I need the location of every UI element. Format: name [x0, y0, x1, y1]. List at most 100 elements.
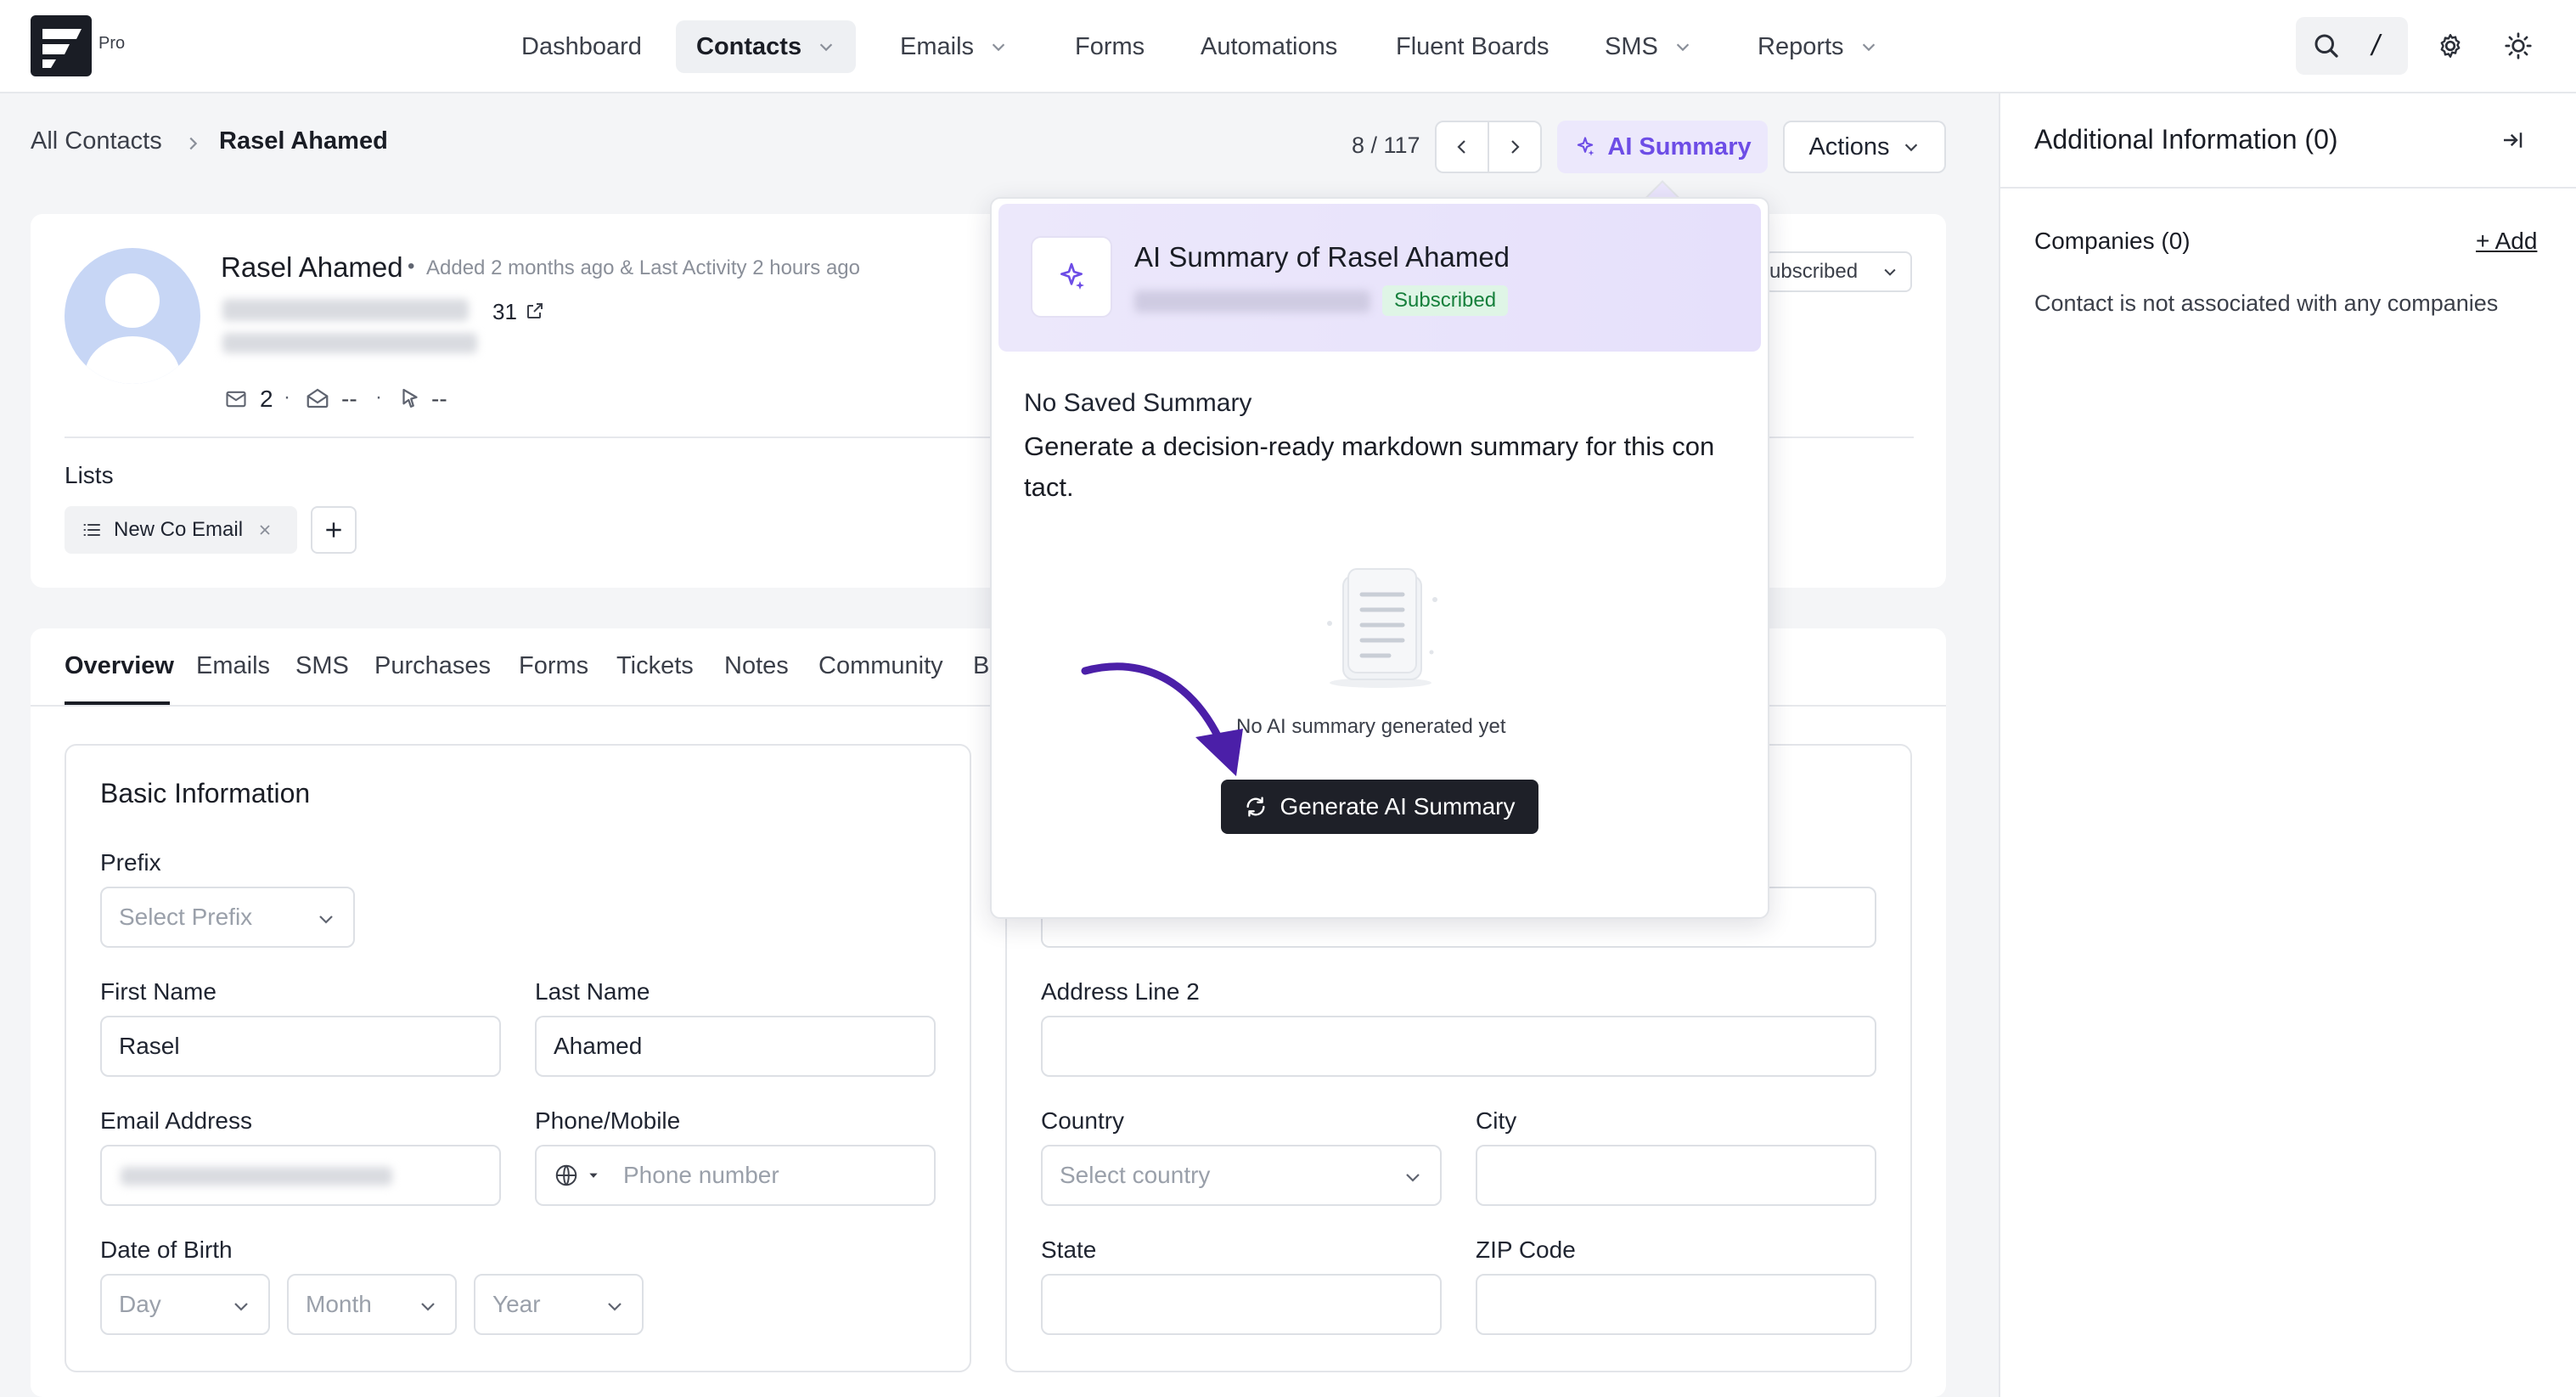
- chevron-down-icon: [1884, 268, 1896, 276]
- nav-emails[interactable]: Emails: [880, 20, 1028, 73]
- nav-automations[interactable]: Automations: [1180, 20, 1358, 73]
- nav-emails-label: Emails: [900, 32, 975, 60]
- gear-icon[interactable]: [2432, 27, 2469, 65]
- tab-purchases[interactable]: Purchases: [374, 652, 491, 680]
- contact-meta: Added 2 months ago & Last Activity 2 hou…: [426, 256, 860, 279]
- dob-year-placeholder: Year: [492, 1291, 541, 1317]
- breadcrumb-current: Rasel Ahamed: [219, 127, 388, 155]
- ai-summary-title: AI Summary of Rasel Ahamed: [1134, 241, 1510, 273]
- chevron-left-icon: [1457, 140, 1465, 154]
- email-value-redacted: [121, 1167, 392, 1186]
- sidebar-divider: [2000, 187, 2576, 189]
- chevron-right-icon: [1511, 140, 1520, 154]
- contact-age: 31: [492, 299, 517, 324]
- globe-icon[interactable]: [554, 1163, 579, 1188]
- add-list-button[interactable]: [311, 506, 357, 554]
- user-avatar-icon: [85, 273, 180, 384]
- first-name-value: Rasel: [119, 1033, 180, 1059]
- ai-summary-label: AI Summary: [1607, 132, 1752, 161]
- nav-fluent-boards-label: Fluent Boards: [1396, 32, 1550, 60]
- prefix-placeholder: Select Prefix: [119, 904, 253, 930]
- tab-tickets[interactable]: Tickets: [616, 652, 694, 680]
- lists-heading: Lists: [65, 462, 114, 488]
- phone-field[interactable]: Phone number: [535, 1145, 936, 1206]
- close-icon[interactable]: [256, 521, 273, 538]
- tab-sms[interactable]: SMS: [295, 652, 349, 680]
- next-contact-button[interactable]: [1488, 121, 1542, 173]
- chevron-down-icon: [608, 1303, 622, 1311]
- nav-dashboard[interactable]: Dashboard: [501, 20, 662, 73]
- chevron-down-icon: [234, 1303, 248, 1311]
- nav-reports[interactable]: Reports: [1737, 20, 1898, 73]
- external-link-icon[interactable]: [525, 301, 545, 321]
- nav-reports-label: Reports: [1758, 32, 1844, 60]
- contact-name: Rasel Ahamed: [221, 251, 403, 283]
- empty-state-text: No AI summary generated yet: [1236, 715, 1506, 738]
- nav-forms[interactable]: Forms: [1055, 20, 1165, 73]
- list-tag-label: New Co Email: [114, 518, 244, 541]
- annotation-arrow-icon: [1081, 662, 1243, 776]
- last-name-label: Last Name: [535, 978, 650, 1005]
- avatar[interactable]: [65, 248, 200, 384]
- pager-position: 8 / 117: [1352, 132, 1420, 158]
- email-label: Email Address: [100, 1107, 252, 1134]
- mail-icon: [226, 391, 246, 408]
- first-name-field[interactable]: Rasel: [100, 1016, 501, 1077]
- phone-redacted: [222, 333, 477, 353]
- tab-notes[interactable]: Notes: [724, 652, 789, 680]
- ai-summary-description: Generate a decision-ready markdown summa…: [1024, 431, 1715, 461]
- link-clicks-count: --: [431, 386, 447, 412]
- last-name-value: Ahamed: [554, 1033, 643, 1059]
- city-field[interactable]: [1476, 1145, 1876, 1206]
- state-label: State: [1041, 1236, 1097, 1263]
- generate-ai-summary-button[interactable]: Generate AI Summary: [1221, 780, 1538, 834]
- collapse-panel-icon[interactable]: [2500, 127, 2525, 153]
- dob-year-select[interactable]: Year: [474, 1274, 644, 1335]
- tab-forms[interactable]: Forms: [519, 652, 588, 680]
- sidebar-title: Additional Information (0): [2034, 124, 2338, 155]
- city-label: City: [1476, 1107, 1517, 1134]
- address-line-2-field[interactable]: [1041, 1016, 1876, 1077]
- zip-field[interactable]: [1476, 1274, 1876, 1335]
- companies-label: Companies (0): [2034, 228, 2191, 254]
- dob-day-select[interactable]: Day: [100, 1274, 270, 1335]
- state-field[interactable]: [1041, 1274, 1442, 1335]
- chevron-down-icon: [1862, 43, 1875, 52]
- popup-email-redacted: [1134, 290, 1370, 313]
- emails-sent-count: 2: [260, 386, 273, 412]
- dob-month-select[interactable]: Month: [287, 1274, 457, 1335]
- nav-sms[interactable]: SMS: [1584, 20, 1713, 73]
- chevron-down-icon: [1406, 1174, 1420, 1182]
- previous-contact-button[interactable]: [1435, 121, 1489, 173]
- nav-contacts[interactable]: Contacts: [676, 20, 857, 73]
- last-name-field[interactable]: Ahamed: [535, 1016, 936, 1077]
- slash-shortcut-icon[interactable]: /: [2357, 25, 2394, 66]
- prefix-select[interactable]: Select Prefix: [100, 887, 355, 948]
- search-icon[interactable]: [2308, 27, 2345, 65]
- phone-placeholder: Phone number: [623, 1162, 779, 1188]
- nav-automations-label: Automations: [1201, 32, 1338, 60]
- tab-partial[interactable]: B: [973, 652, 989, 680]
- tab-emails[interactable]: Emails: [196, 652, 270, 680]
- chevron-down-icon: [819, 43, 833, 52]
- brand-logo[interactable]: [31, 15, 92, 76]
- status-select-label: ubscribed: [1769, 260, 1859, 283]
- first-name-label: First Name: [100, 978, 217, 1005]
- tab-community[interactable]: Community: [818, 652, 943, 680]
- tab-overview[interactable]: Overview: [65, 652, 174, 680]
- add-company-link[interactable]: + Add: [2476, 228, 2537, 255]
- caret-down-icon: [589, 1173, 598, 1178]
- sun-icon[interactable]: [2500, 27, 2537, 65]
- email-field[interactable]: [100, 1145, 501, 1206]
- country-select[interactable]: Select country: [1041, 1145, 1442, 1206]
- nav-fluent-boards[interactable]: Fluent Boards: [1375, 20, 1570, 73]
- pro-badge: Pro: [98, 34, 126, 53]
- subscription-status-select[interactable]: ubscribed: [1764, 251, 1912, 292]
- actions-label: Actions: [1808, 132, 1890, 161]
- dob-label: Date of Birth: [100, 1236, 233, 1263]
- country-placeholder: Select country: [1060, 1162, 1211, 1188]
- breadcrumb-all-contacts[interactable]: All Contacts: [31, 127, 162, 155]
- ai-summary-button[interactable]: AI Summary: [1557, 121, 1768, 173]
- sparkle-icon: [1578, 137, 1595, 156]
- actions-dropdown-button[interactable]: Actions: [1783, 121, 1946, 173]
